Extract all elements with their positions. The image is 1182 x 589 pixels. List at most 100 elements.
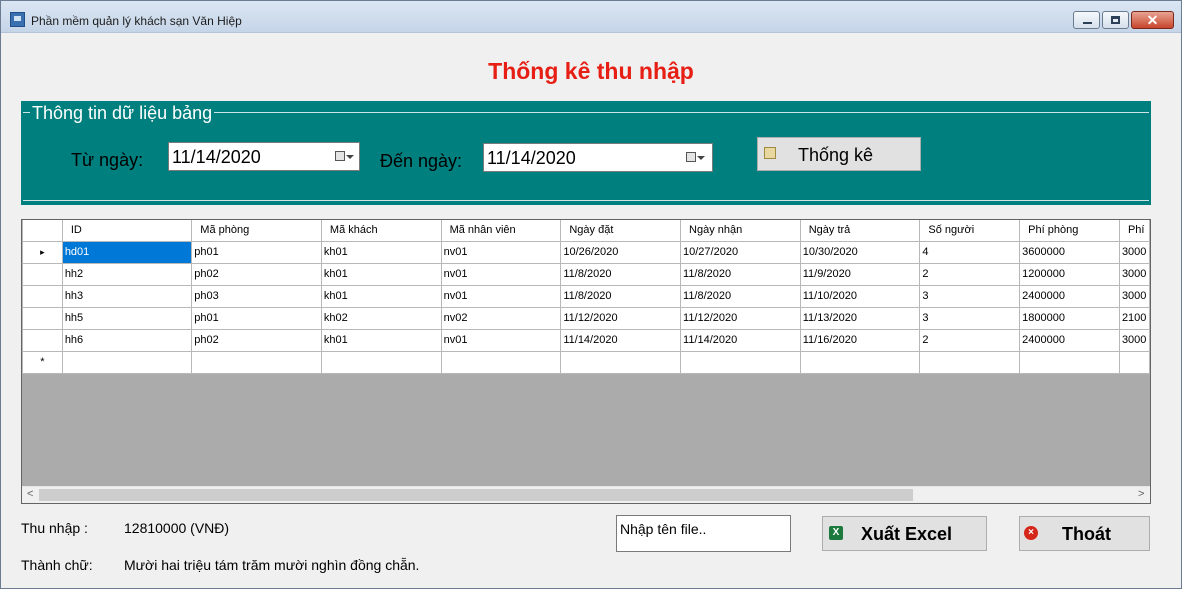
current-row-indicator[interactable]: ▸ bbox=[22, 240, 63, 264]
column-header[interactable]: Ngày đặt bbox=[560, 220, 682, 242]
table-cell[interactable]: 11/14/2020 bbox=[680, 328, 801, 352]
row-header[interactable] bbox=[22, 284, 63, 308]
horizontal-scrollbar[interactable]: < > bbox=[22, 486, 1150, 503]
table-cell[interactable]: 1800000 bbox=[1019, 306, 1120, 330]
column-header[interactable]: Ngày nhận bbox=[680, 220, 801, 242]
table-cell[interactable]: 11/12/2020 bbox=[680, 306, 801, 330]
new-row[interactable]: * bbox=[22, 350, 1150, 374]
table-cell[interactable]: ph03 bbox=[191, 284, 322, 308]
table-row[interactable]: hh6 ph02 kh01 nv01 11/14/2020 11/14/2020… bbox=[22, 328, 1150, 352]
table-cell[interactable]: nv01 bbox=[440, 328, 562, 352]
column-header[interactable]: Ngày trả bbox=[799, 220, 921, 242]
statistics-button[interactable]: Thống kê bbox=[757, 137, 921, 171]
table-cell[interactable]: 11/9/2020 bbox=[799, 262, 921, 286]
table-cell[interactable]: kh01 bbox=[320, 240, 442, 264]
table-cell[interactable]: 11/12/2020 bbox=[560, 306, 682, 330]
chevron-down-icon[interactable] bbox=[697, 156, 705, 160]
table-cell[interactable]: 11/8/2020 bbox=[560, 262, 682, 286]
to-date-picker[interactable]: 11/14/2020 bbox=[483, 143, 713, 172]
table-cell[interactable]: 11/14/2020 bbox=[560, 328, 682, 352]
table-cell[interactable]: 3000 bbox=[1118, 328, 1150, 352]
table-cell[interactable]: kh02 bbox=[320, 306, 442, 330]
table-cell[interactable] bbox=[560, 350, 682, 374]
chevron-down-icon[interactable] bbox=[346, 155, 354, 159]
row-header[interactable] bbox=[22, 328, 63, 352]
table-cell[interactable]: 11/8/2020 bbox=[680, 262, 801, 286]
table-cell[interactable]: 11/13/2020 bbox=[799, 306, 921, 330]
table-cell[interactable] bbox=[919, 350, 1021, 374]
table-row[interactable]: ▸ hd01 ph01 kh01 nv01 10/26/2020 10/27/2… bbox=[22, 240, 1150, 264]
table-row[interactable]: hh5 ph01 kh02 nv02 11/12/2020 11/12/2020… bbox=[22, 306, 1150, 330]
table-cell[interactable]: 11/10/2020 bbox=[799, 284, 921, 308]
column-header[interactable]: Số người bbox=[919, 220, 1021, 242]
column-header[interactable]: ID bbox=[61, 220, 193, 242]
column-header[interactable]: Phí bbox=[1118, 220, 1150, 242]
close-button[interactable]: ✕ bbox=[1131, 11, 1174, 29]
maximize-button[interactable] bbox=[1102, 11, 1129, 29]
exit-button[interactable]: × Thoát bbox=[1019, 516, 1150, 551]
table-cell[interactable]: ph02 bbox=[191, 328, 322, 352]
calendar-icon[interactable] bbox=[335, 151, 345, 161]
table-cell[interactable]: hh5 bbox=[61, 306, 193, 330]
table-cell[interactable] bbox=[320, 350, 442, 374]
table-cell[interactable]: nv01 bbox=[440, 284, 562, 308]
table-cell[interactable]: 3000 bbox=[1118, 240, 1150, 264]
table-cell[interactable] bbox=[440, 350, 562, 374]
table-cell[interactable]: ph01 bbox=[191, 306, 322, 330]
table-cell[interactable]: 2400000 bbox=[1019, 328, 1120, 352]
table-cell[interactable]: 10/27/2020 bbox=[680, 240, 801, 264]
from-date-picker[interactable]: 11/14/2020 bbox=[168, 142, 360, 171]
export-excel-button[interactable]: X Xuất Excel bbox=[822, 516, 987, 551]
table-cell[interactable]: kh01 bbox=[320, 328, 442, 352]
scroll-left-icon[interactable]: < bbox=[27, 488, 33, 500]
table-cell[interactable]: 4 bbox=[919, 240, 1021, 264]
table-row[interactable]: hh3 ph03 kh01 nv01 11/8/2020 11/8/2020 1… bbox=[22, 284, 1150, 308]
table-cell[interactable]: 10/30/2020 bbox=[799, 240, 921, 264]
row-header[interactable] bbox=[22, 306, 63, 330]
row-header-corner[interactable] bbox=[22, 220, 63, 242]
table-cell[interactable]: 2 bbox=[919, 262, 1021, 286]
table-cell[interactable] bbox=[191, 350, 322, 374]
table-cell[interactable]: 11/16/2020 bbox=[799, 328, 921, 352]
table-cell[interactable]: hh3 bbox=[61, 284, 193, 308]
row-header[interactable] bbox=[22, 262, 63, 286]
scrollbar-thumb[interactable] bbox=[39, 489, 913, 501]
table-cell[interactable]: 3000 bbox=[1118, 284, 1150, 308]
table-cell[interactable]: 10/26/2020 bbox=[560, 240, 682, 264]
table-cell[interactable]: 2400000 bbox=[1019, 284, 1120, 308]
table-cell[interactable]: hd01 bbox=[61, 240, 193, 264]
table-cell[interactable]: nv01 bbox=[440, 262, 562, 286]
table-cell[interactable] bbox=[799, 350, 921, 374]
table-cell[interactable]: 11/8/2020 bbox=[680, 284, 801, 308]
column-header[interactable]: Mã phòng bbox=[191, 220, 322, 242]
table-row[interactable]: hh2 ph02 kh01 nv01 11/8/2020 11/8/2020 1… bbox=[22, 262, 1150, 286]
table-cell[interactable]: 2 bbox=[919, 328, 1021, 352]
calendar-icon[interactable] bbox=[686, 152, 696, 162]
table-cell[interactable]: kh01 bbox=[320, 284, 442, 308]
table-cell[interactable]: kh01 bbox=[320, 262, 442, 286]
table-cell[interactable]: ph02 bbox=[191, 262, 322, 286]
table-cell[interactable]: 11/8/2020 bbox=[560, 284, 682, 308]
column-header[interactable]: Phí phòng bbox=[1019, 220, 1120, 242]
table-cell[interactable]: nv01 bbox=[440, 240, 562, 264]
column-header[interactable]: Mã nhân viên bbox=[440, 220, 562, 242]
column-header[interactable]: Mã khách bbox=[320, 220, 442, 242]
table-cell[interactable]: nv02 bbox=[440, 306, 562, 330]
table-cell[interactable] bbox=[1019, 350, 1120, 374]
table-cell[interactable]: 2100 bbox=[1118, 306, 1150, 330]
new-row-indicator[interactable]: * bbox=[22, 350, 63, 374]
table-cell[interactable]: 3 bbox=[919, 306, 1021, 330]
table-cell[interactable] bbox=[1118, 350, 1150, 374]
table-cell[interactable]: hh6 bbox=[61, 328, 193, 352]
file-name-input[interactable]: Nhập tên file.. bbox=[616, 515, 791, 552]
table-cell[interactable]: ph01 bbox=[191, 240, 322, 264]
table-cell[interactable]: hh2 bbox=[61, 262, 193, 286]
table-cell[interactable]: 3000 bbox=[1118, 262, 1150, 286]
data-grid[interactable]: ID Mã phòng Mã khách Mã nhân viên Ngày đ… bbox=[21, 219, 1151, 504]
title-bar[interactable]: Phần mềm quản lý khách sạn Văn Hiệp ✕ bbox=[1, 1, 1181, 33]
table-cell[interactable]: 3 bbox=[919, 284, 1021, 308]
scroll-right-icon[interactable]: > bbox=[1138, 488, 1144, 500]
table-cell[interactable]: 3600000 bbox=[1019, 240, 1120, 264]
table-cell[interactable] bbox=[61, 350, 193, 374]
table-cell[interactable]: 1200000 bbox=[1019, 262, 1120, 286]
